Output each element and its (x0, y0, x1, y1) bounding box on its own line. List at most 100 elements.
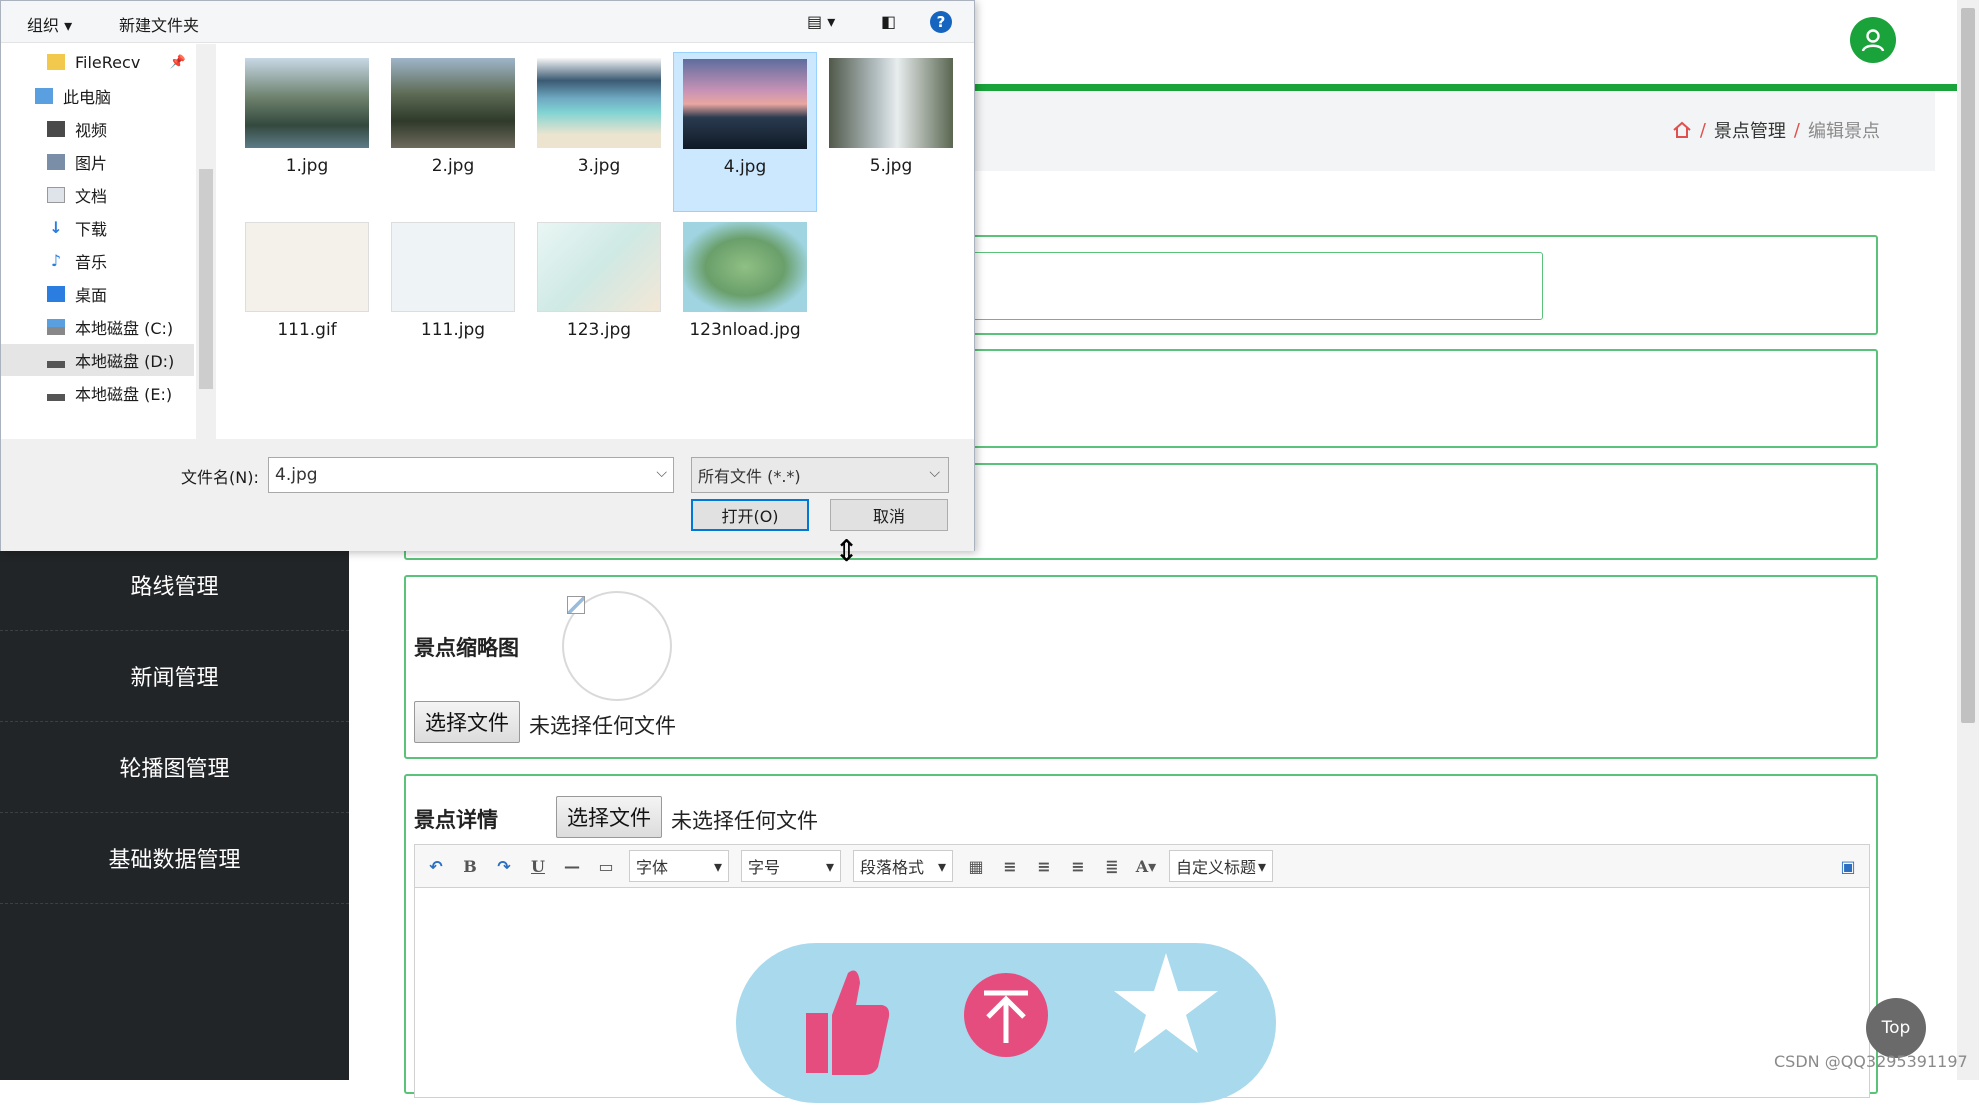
file-name: 111.gif (277, 320, 337, 340)
custom-title-select[interactable]: 自定义标题 ▾ (1169, 850, 1273, 882)
nav-item-label: 此电脑 (63, 88, 112, 107)
navigation-scrollbar-thumb[interactable] (199, 169, 213, 389)
nav-item-filerecv[interactable]: FileRecv 📌 (1, 46, 194, 78)
pin-icon[interactable]: 📌 (170, 55, 186, 70)
pictures-icon (47, 154, 65, 170)
dialog-toolbar: 组织 ▾ 新建文件夹 ▤ ▾ ◧ ? (1, 1, 974, 43)
page-scrollbar[interactable] (1957, 0, 1979, 1080)
redo-icon[interactable]: ↷ (493, 857, 515, 876)
file-name: 3.jpg (577, 156, 621, 176)
align-left-icon[interactable]: ≡ (999, 857, 1021, 876)
thumbnail-choose-file-button[interactable]: 选择文件 (414, 701, 520, 743)
reaction-widget (736, 943, 1276, 1103)
file-item-selected[interactable]: 4.jpg (673, 52, 817, 212)
paragraph-format-select[interactable]: 段落格式 ▾ (853, 850, 953, 882)
nav-item-label: 本地磁盘 (E:) (75, 385, 173, 404)
align-justify-icon[interactable]: ≣ (1101, 857, 1123, 876)
file-name: 4.jpg (723, 157, 767, 177)
view-options-icon[interactable]: ▤ ▾ (807, 12, 835, 31)
broken-image-icon (567, 596, 585, 614)
file-item[interactable]: 123nload.jpg (673, 216, 817, 376)
filename-input[interactable]: 4.jpg ⌵ (268, 457, 674, 493)
underline-icon[interactable]: U (527, 857, 549, 876)
file-item[interactable]: 123.jpg (527, 216, 671, 376)
drive-icon (47, 352, 65, 368)
thumbnail-preview (562, 591, 672, 701)
file-item[interactable]: 2.jpg (381, 52, 525, 212)
nav-item-drive-c[interactable]: 本地磁盘 (C:) (1, 311, 194, 343)
font-family-select[interactable]: 字体 ▾ (629, 850, 729, 882)
file-name: 1.jpg (285, 156, 329, 176)
image-thumbnail (683, 222, 807, 312)
align-right-icon[interactable]: ≡ (1033, 857, 1055, 876)
help-icon[interactable]: ? (930, 11, 952, 33)
page-scrollbar-thumb[interactable] (1961, 8, 1975, 723)
sidebar-item-news[interactable]: 新闻管理 (0, 631, 349, 722)
nav-item-drive-d[interactable]: 本地磁盘 (D:) (1, 344, 194, 376)
thumbs-up-icon[interactable] (806, 970, 890, 1075)
font-size-select[interactable]: 字号 ▾ (741, 850, 841, 882)
user-avatar[interactable] (1850, 17, 1896, 63)
spot-name-input[interactable] (946, 252, 1543, 320)
open-button[interactable]: 打开(O) (691, 499, 809, 531)
pin-top-icon[interactable] (964, 973, 1048, 1057)
cancel-button[interactable]: 取消 (830, 499, 948, 531)
file-item[interactable]: 1.jpg (235, 52, 379, 212)
file-item[interactable]: 111.jpg (381, 216, 525, 376)
navigation-scrollbar[interactable] (196, 44, 216, 439)
horizontal-rule-icon[interactable]: — (561, 857, 583, 876)
image-thumbnail (391, 58, 515, 148)
nav-item-music[interactable]: ♪ 音乐 (1, 245, 194, 277)
font-color-icon[interactable]: A▾ (1135, 857, 1157, 876)
file-item[interactable]: 3.jpg (527, 52, 671, 212)
breadcrumb-separator: / (1699, 119, 1706, 141)
music-icon: ♪ (50, 251, 62, 270)
image-thumbnail (537, 222, 661, 312)
breadcrumb-current: 编辑景点 (1808, 121, 1880, 142)
nav-item-label: 图片 (75, 154, 108, 173)
chevron-down-icon[interactable]: ⌵ (656, 465, 667, 481)
image-thumbnail (829, 58, 953, 148)
preview-pane-icon[interactable]: ◧ (881, 12, 896, 31)
nav-item-pictures[interactable]: 图片 (1, 146, 194, 178)
chevron-down-icon: ▾ (825, 856, 834, 876)
organize-button[interactable]: 组织 ▾ (27, 12, 72, 36)
fullscreen-icon[interactable]: ▣ (1837, 857, 1859, 876)
file-item[interactable]: 5.jpg (819, 52, 963, 212)
page-icon[interactable]: ▭ (595, 857, 617, 876)
sidebar-item-basic-data[interactable]: 基础数据管理 (0, 813, 349, 904)
image-thumbnail (391, 222, 515, 312)
nav-item-videos[interactable]: 视频 (1, 113, 194, 145)
home-icon[interactable] (1672, 120, 1692, 140)
file-type-select[interactable]: 所有文件 (*.*) ⌵ (691, 457, 949, 493)
nav-item-label: 文档 (75, 187, 108, 206)
breadcrumb-parent[interactable]: 景点管理 (1714, 117, 1786, 143)
font-size-value: 字号 (748, 858, 781, 877)
file-name: 2.jpg (431, 156, 475, 176)
sidebar-item-routes[interactable]: 路线管理 (0, 540, 349, 631)
table-icon[interactable]: ▦ (965, 857, 987, 876)
nav-item-drive-e[interactable]: 本地磁盘 (E:) (1, 377, 194, 409)
back-to-top-button[interactable]: Top (1866, 998, 1926, 1058)
undo-icon[interactable]: ↶ (425, 857, 447, 876)
file-item[interactable]: 111.gif (235, 216, 379, 376)
nav-item-documents[interactable]: 文档 (1, 179, 194, 211)
detail-choose-file-button[interactable]: 选择文件 (556, 796, 662, 838)
sidebar-item-carousel[interactable]: 轮播图管理 (0, 722, 349, 813)
new-folder-button[interactable]: 新建文件夹 (119, 12, 199, 36)
star-icon[interactable] (1114, 953, 1218, 1053)
file-name: 123nload.jpg (689, 320, 801, 340)
nav-item-label: 本地磁盘 (C:) (75, 319, 174, 338)
desktop-icon (47, 286, 65, 302)
nav-item-this-pc[interactable]: 此电脑 (1, 80, 194, 112)
file-name: 5.jpg (869, 156, 913, 176)
watermark: CSDN @QQ3295391197 (1774, 1052, 1968, 1071)
align-center-icon[interactable]: ≡ (1067, 857, 1089, 876)
bold-icon[interactable]: B (459, 857, 481, 876)
nav-item-desktop[interactable]: 桌面 (1, 278, 194, 310)
resize-cursor-icon: ⇕ (834, 534, 860, 569)
detail-label: 景点详情 (414, 808, 498, 832)
nav-item-label: FileRecv (75, 52, 141, 72)
nav-item-downloads[interactable]: ↓ 下载 (1, 212, 194, 244)
computer-icon (35, 88, 53, 104)
